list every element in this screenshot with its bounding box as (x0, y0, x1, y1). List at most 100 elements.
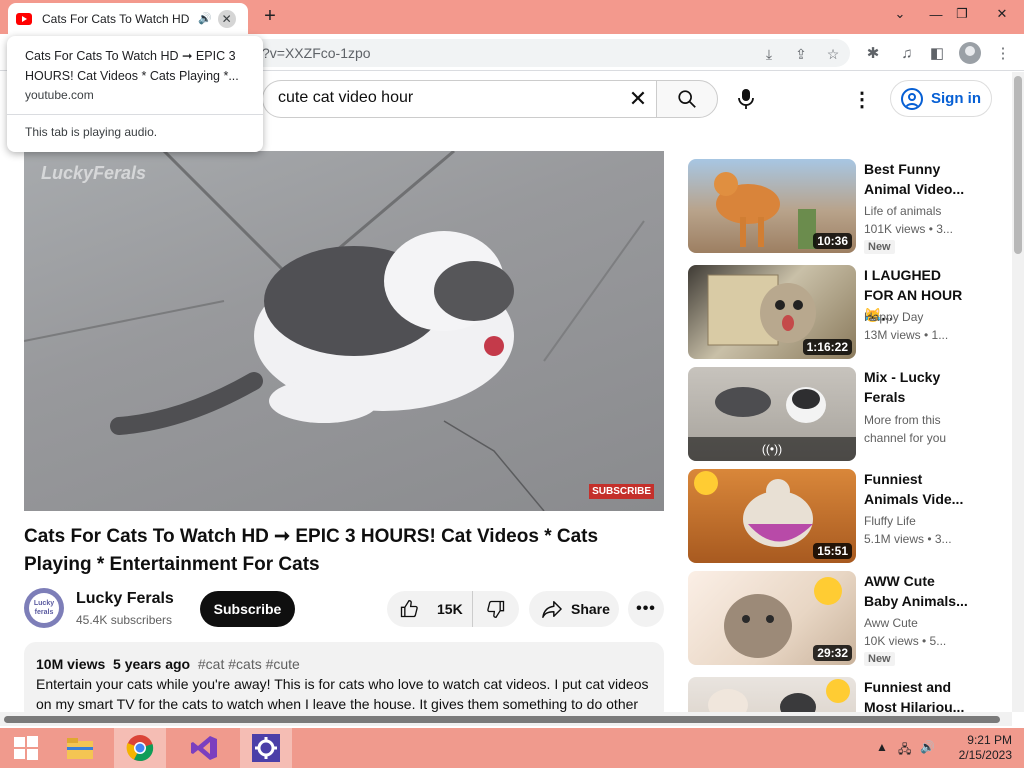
video-thumbnail[interactable]: 29:32 (688, 571, 856, 665)
recommended-title[interactable]: AWW Cute Baby Animals... (864, 571, 968, 611)
hover-card-domain: youtube.com (25, 88, 94, 102)
settings-more-icon[interactable]: ⋮ (850, 85, 874, 113)
horizontal-scroll-thumb[interactable] (4, 716, 1000, 723)
video-thumbnail[interactable] (688, 677, 856, 712)
volume-icon[interactable]: 🔊 (920, 740, 935, 754)
video-watermark: LuckyFerals (41, 163, 147, 183)
video-duration: 10:36 (813, 233, 852, 249)
video-thumbnail[interactable]: 1:16:22 (688, 265, 856, 359)
more-actions-button[interactable]: ••• (628, 591, 664, 627)
browser-tab[interactable]: Cats For Cats To Watch HD 🔊 ✕ (8, 3, 248, 34)
share-button[interactable]: Share (529, 591, 619, 627)
recommended-video[interactable]: 15:51 Funniest Animals Vide... Fluffy Li… (688, 469, 988, 564)
restore-button[interactable]: ❐ (944, 0, 980, 28)
video-player[interactable]: LuckyFerals SUBSCRIBE (24, 151, 664, 511)
hover-card-title: Cats For Cats To Watch HD ➞ EPIC 3 HOURS… (25, 49, 239, 83)
dislike-button[interactable] (473, 591, 519, 627)
mix-radio-icon: ((•)) (688, 437, 856, 461)
description-text: Entertain your cats while you're away! T… (36, 676, 649, 712)
view-count: 10M views (36, 656, 106, 672)
recommended-title[interactable]: Mix - Lucky Ferals (864, 367, 968, 407)
extensions-puzzle-icon[interactable]: ✱ (862, 42, 884, 64)
close-tab-icon[interactable]: ✕ (217, 9, 236, 28)
video-title: Cats For Cats To Watch HD ➞ EPIC 3 HOURS… (24, 526, 599, 575)
recommended-video[interactable]: 1:16:22 I LAUGHED FOR AN HOUR😹... Happy … (688, 265, 988, 360)
network-icon[interactable]: 🖧 (898, 740, 911, 761)
chrome-menu-icon[interactable]: ⋮ (992, 42, 1014, 64)
clock-date: 2/15/2023 (958, 748, 1012, 762)
recommended-channel: Fluffy Life (864, 514, 916, 528)
url-text[interactable]: ?v=XXZFco-1zpo (262, 45, 371, 61)
close-window-button[interactable]: ✕ (984, 0, 1020, 28)
subscribe-button[interactable]: Subscribe (200, 591, 295, 627)
address-bar[interactable]: ?v=XXZFco-1zpo ⤓ ⇪ ☆ (230, 39, 850, 67)
video-duration: 29:32 (813, 645, 852, 661)
chrome-taskbar[interactable] (114, 728, 166, 768)
thumbnail-cat-image (708, 679, 850, 712)
install-app-icon[interactable]: ⤓ (760, 45, 778, 63)
recommended-title[interactable]: Funniest Animals Vide... (864, 469, 968, 509)
thumbs-up-icon (400, 599, 418, 618)
description-box[interactable]: 10M views 5 years ago #cat #cats #cute E… (24, 642, 664, 722)
recommended-channel: Aww Cute (864, 616, 918, 630)
like-button[interactable]: 15K (387, 591, 473, 627)
recommended-title[interactable]: Funniest and Most Hilariou... (864, 677, 968, 712)
recommended-channel: More from this channel for you (864, 413, 947, 445)
video-thumbnail[interactable]: 15:51 (688, 469, 856, 563)
recommended-video[interactable]: 10:36 Best Funny Animal Video... Life of… (688, 159, 988, 254)
recommended-channel: Life of animals (864, 204, 942, 218)
recommended-views: 5.1M views • 3... (864, 532, 952, 546)
video-thumbnail[interactable]: ((•)) (688, 367, 856, 461)
share-arrow-icon (542, 601, 562, 618)
channel-avatar[interactable]: Lucky ferals (24, 588, 64, 628)
hashtags[interactable]: #cat #cats #cute (198, 656, 300, 672)
visual-studio-taskbar[interactable] (178, 728, 230, 768)
recommended-mix[interactable]: ((•)) Mix - Lucky Ferals More from this … (688, 367, 988, 462)
tab-search-chevron-icon[interactable]: ⌄ (882, 0, 918, 28)
user-icon (901, 87, 923, 110)
clear-search-icon[interactable]: ✕ (626, 86, 650, 111)
channel-avatar-logo: Lucky ferals (29, 593, 59, 623)
clock-time: 9:21 PM (967, 733, 1012, 747)
search-button[interactable] (656, 80, 718, 118)
media-control-icon[interactable]: ♫ (896, 42, 918, 64)
youtube-favicon-icon (16, 12, 32, 25)
recommended-views: 13M views • 1... (864, 328, 949, 342)
system-clock[interactable]: 9:21 PM 2/15/2023 (950, 733, 1012, 763)
vertical-scrollbar[interactable] (1012, 72, 1024, 712)
voice-search-button[interactable] (732, 85, 760, 113)
visual-studio-icon (191, 736, 217, 760)
speaker-icon[interactable]: 🔊 (198, 12, 212, 25)
video-duration: 15:51 (813, 543, 852, 559)
sign-in-button[interactable]: Sign in (890, 80, 992, 117)
recommended-title[interactable]: Best Funny Animal Video... (864, 159, 968, 199)
tab-title: Cats For Cats To Watch HD (42, 11, 190, 26)
recommended-views: 101K views • 3... (864, 222, 953, 236)
show-hidden-icons-chevron-icon[interactable]: ▲ (876, 740, 888, 754)
sign-in-label: Sign in (931, 90, 981, 107)
share-page-icon[interactable]: ⇪ (792, 45, 810, 63)
video-frame-cat (24, 151, 645, 511)
side-panel-icon[interactable]: ◧ (926, 42, 948, 64)
file-explorer-taskbar[interactable] (54, 728, 106, 768)
start-button[interactable] (0, 728, 52, 768)
video-thumbnail[interactable]: 10:36 (688, 159, 856, 253)
recommended-video[interactable]: 29:32 AWW Cute Baby Animals... Aww Cute … (688, 571, 988, 666)
vertical-scroll-thumb[interactable] (1014, 76, 1022, 254)
new-tab-button[interactable]: + (258, 4, 282, 28)
hover-card-divider (7, 114, 263, 115)
microphone-icon (738, 89, 754, 109)
recommended-channel: Happy Day (864, 310, 924, 324)
recommended-video[interactable]: Funniest and Most Hilariou... (688, 677, 988, 712)
horizontal-scrollbar[interactable] (0, 712, 1012, 726)
settings-taskbar[interactable] (240, 728, 292, 768)
search-icon (678, 90, 696, 108)
channel-name[interactable]: Lucky Ferals (76, 590, 174, 608)
bookmark-star-icon[interactable]: ☆ (824, 45, 842, 63)
search-input[interactable] (278, 89, 618, 107)
profile-avatar-icon[interactable] (959, 42, 981, 64)
gear-icon (252, 734, 280, 762)
tab-strip: Cats For Cats To Watch HD 🔊 ✕ + ⌄ — ❐ ✕ (0, 0, 1024, 34)
folder-icon (67, 738, 93, 759)
windows-logo-icon (14, 736, 38, 760)
